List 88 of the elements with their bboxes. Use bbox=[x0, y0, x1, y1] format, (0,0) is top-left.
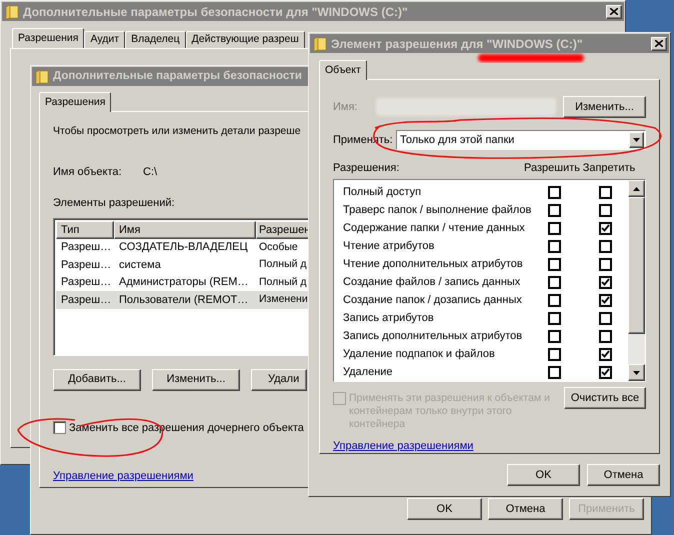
permission-name: Создание файлов / запись данных bbox=[343, 274, 522, 290]
object-name: C:\ bbox=[143, 164, 158, 180]
table-cell-text: Изменени bbox=[258, 292, 309, 308]
checkbox[interactable] bbox=[53, 421, 66, 434]
permission-name: Траверс папок / выполнение файлов bbox=[343, 202, 532, 218]
manage-permissions-link[interactable]: Управление разрешениями bbox=[333, 440, 474, 452]
checkbox[interactable] bbox=[548, 240, 560, 252]
checkbox[interactable] bbox=[599, 186, 612, 198]
dialog-button[interactable]: OK bbox=[407, 498, 482, 520]
tab[interactable]: Объект bbox=[319, 60, 367, 80]
name-label: Имя: bbox=[333, 100, 358, 115]
table-cell-text: Пользователи (REMOT… bbox=[118, 292, 250, 308]
table-cell-text: Разреш… bbox=[60, 292, 112, 308]
tab[interactable]: Действующие разреш bbox=[186, 31, 305, 48]
checkbox[interactable] bbox=[599, 348, 612, 360]
action-button[interactable]: Изменить... bbox=[152, 368, 240, 390]
checkbox[interactable] bbox=[548, 276, 560, 288]
checkbox[interactable] bbox=[599, 240, 612, 252]
permission-name: Запись дополнительных атрибутов bbox=[343, 328, 524, 344]
permission-name: Удаление подпапок и файлов bbox=[343, 346, 496, 362]
checkbox[interactable] bbox=[599, 330, 612, 342]
tab[interactable]: Разрешения bbox=[39, 92, 112, 112]
close-icon bbox=[655, 40, 663, 47]
permission-name: Полный доступ bbox=[343, 184, 422, 200]
change-button[interactable]: Изменить... bbox=[563, 96, 646, 118]
deny-header: Запретить bbox=[582, 160, 636, 176]
checkbox[interactable] bbox=[599, 366, 612, 378]
checkbox[interactable] bbox=[548, 330, 560, 342]
checkbox[interactable] bbox=[599, 204, 612, 216]
table-cell-text: Администраторы (REM… bbox=[118, 275, 250, 290]
action-button[interactable]: Добавить... bbox=[53, 368, 141, 390]
close-button[interactable] bbox=[651, 36, 667, 50]
window-title: Дополнительные параметры безопасности для "WINDOWS (C:)" bbox=[23, 4, 408, 20]
dialog-button[interactable]: Отмена bbox=[587, 464, 660, 486]
table-cell-text: Особые bbox=[258, 240, 299, 255]
triangle-up-icon bbox=[633, 186, 640, 190]
checkbox[interactable] bbox=[548, 294, 560, 306]
dialog-button[interactable]: OK bbox=[507, 464, 580, 486]
dialog-button[interactable]: Отмена bbox=[488, 498, 563, 520]
checkbox[interactable] bbox=[599, 312, 612, 324]
table-cell-text: Разреш… bbox=[60, 240, 112, 256]
checkbox[interactable] bbox=[599, 258, 612, 270]
permission-name: Создание папок / дозапись данных bbox=[343, 292, 523, 308]
table-cell-text: Разреш… bbox=[60, 275, 112, 290]
tab[interactable]: Аудит bbox=[84, 31, 126, 48]
triangle-down-icon bbox=[633, 138, 640, 142]
intro-text: Чтобы просмотреть или изменить детали разреше bbox=[53, 124, 301, 139]
checkbox[interactable] bbox=[599, 276, 612, 288]
table-cell-text: Полный д bbox=[258, 274, 308, 290]
checkbox[interactable] bbox=[599, 222, 612, 234]
window-title: Элемент разрешения для "WINDOWS (C:)" bbox=[331, 36, 583, 52]
allow-header: Разрешить bbox=[524, 160, 580, 176]
folder-icon bbox=[5, 4, 19, 20]
checkbox[interactable] bbox=[548, 222, 560, 234]
action-button[interactable]: Удали bbox=[251, 368, 307, 390]
permission-name: Содержание папки / чтение данных bbox=[343, 220, 526, 236]
permission-name: Чтение дополнительных атрибутов bbox=[343, 256, 524, 272]
close-button[interactable] bbox=[606, 4, 622, 18]
column-header[interactable]: Тип bbox=[56, 220, 114, 239]
manage-permissions-link[interactable]: Управление разрешениями bbox=[53, 470, 194, 482]
column-header[interactable]: Имя bbox=[114, 220, 256, 239]
clear-all-button[interactable]: Очистить все bbox=[564, 387, 646, 409]
folder-icon bbox=[313, 36, 327, 52]
folder-icon bbox=[35, 68, 49, 84]
table-cell-text: система bbox=[118, 258, 162, 273]
close-icon bbox=[610, 8, 618, 15]
permission-name: Запись атрибутов bbox=[343, 310, 435, 326]
table-cell-text: Разреш… bbox=[60, 258, 112, 273]
apply-dropdown[interactable]: Только для этой папки bbox=[396, 130, 646, 150]
permission-name: Чтение атрибутов bbox=[343, 238, 436, 254]
checkbox[interactable] bbox=[548, 204, 560, 216]
checkbox[interactable] bbox=[548, 186, 560, 198]
object-name-label: Имя объекта: bbox=[53, 164, 123, 180]
checkbox[interactable] bbox=[548, 348, 560, 360]
window-title: Дополнительные параметры безопасности bbox=[53, 68, 302, 84]
checkbox[interactable] bbox=[548, 312, 560, 324]
permission-name: Удаление bbox=[343, 364, 394, 380]
entries-label: Элементы разрешений: bbox=[53, 196, 175, 212]
scrollbar[interactable] bbox=[628, 180, 645, 381]
table-cell-text: Полный д bbox=[258, 257, 308, 272]
permissions-label: Разрешения: bbox=[333, 160, 400, 176]
checkbox[interactable] bbox=[548, 258, 560, 270]
checkbox[interactable] bbox=[599, 294, 612, 306]
tab[interactable]: Разрешения bbox=[12, 28, 84, 48]
triangle-down-icon bbox=[633, 370, 640, 374]
tab[interactable]: Владелец bbox=[125, 31, 186, 48]
table-cell-text: СОЗДАТЕЛЬ-ВЛАДЕЛЕЦ bbox=[118, 240, 249, 256]
checkbox[interactable] bbox=[548, 366, 560, 378]
